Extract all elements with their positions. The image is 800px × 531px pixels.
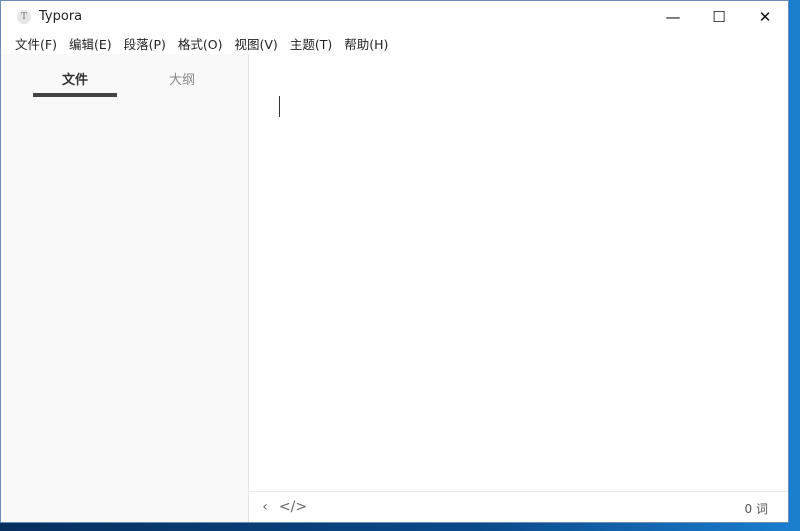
tab-files[interactable]: 文件 bbox=[33, 69, 117, 88]
maximize-button[interactable]: ☐ bbox=[696, 1, 742, 32]
source-code-icon[interactable]: </> bbox=[279, 492, 307, 522]
close-button[interactable]: ✕ bbox=[742, 1, 788, 32]
menu-help[interactable]: 帮助(H) bbox=[338, 34, 394, 53]
menu-paragraph[interactable]: 段落(P) bbox=[118, 34, 172, 53]
typora-app-icon: T bbox=[17, 9, 31, 24]
menu-view[interactable]: 视图(V) bbox=[229, 34, 284, 53]
sidebar-tabs: 文件 大纲 bbox=[1, 54, 248, 98]
menu-format[interactable]: 格式(O) bbox=[172, 34, 229, 53]
active-tab-indicator bbox=[33, 93, 117, 97]
menu-theme[interactable]: 主题(T) bbox=[284, 34, 338, 53]
window-title: Typora bbox=[39, 9, 83, 24]
word-count[interactable]: 0 词 bbox=[745, 500, 768, 517]
typora-window: T Typora — ☐ ✕ 文件(F) 编辑(E) 段落(P) 格式(O) 视… bbox=[0, 0, 789, 523]
sidebar: 文件 大纲 bbox=[1, 54, 249, 522]
minimize-button[interactable]: — bbox=[650, 1, 696, 32]
window-controls: — ☐ ✕ bbox=[650, 1, 788, 32]
menu-edit[interactable]: 编辑(E) bbox=[63, 34, 118, 53]
chevron-left-icon[interactable]: ‹ bbox=[251, 492, 279, 522]
editor-area[interactable] bbox=[249, 54, 788, 492]
text-caret bbox=[279, 96, 280, 117]
menu-file[interactable]: 文件(F) bbox=[9, 34, 63, 53]
menu-bar: 文件(F) 编辑(E) 段落(P) 格式(O) 视图(V) 主题(T) 帮助(H… bbox=[1, 32, 788, 54]
status-bar: ‹ </> 0 词 bbox=[249, 491, 788, 522]
tab-outline[interactable]: 大纲 bbox=[140, 69, 224, 88]
title-bar[interactable]: T Typora — ☐ ✕ bbox=[1, 1, 788, 32]
